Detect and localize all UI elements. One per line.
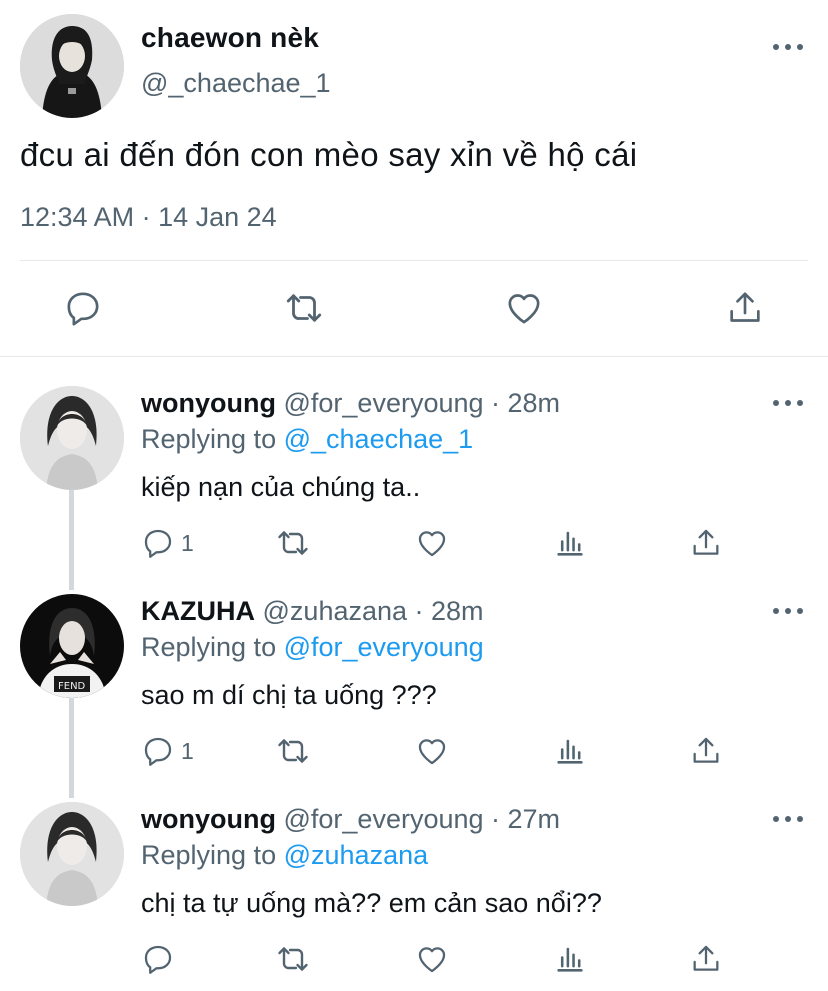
- retweet-icon[interactable]: [275, 942, 311, 976]
- reply-button[interactable]: 1: [141, 734, 194, 768]
- like-icon[interactable]: [415, 942, 449, 976]
- reply-icon: [144, 945, 172, 974]
- reply-icon[interactable]: [60, 285, 106, 331]
- reply-tweet[interactable]: wonyoung @for_everyoung · 27m Replying t…: [0, 802, 828, 991]
- reply-actions: 1: [141, 526, 741, 560]
- like-icon[interactable]: [415, 526, 449, 560]
- divider: [20, 260, 808, 261]
- reply-actions: [141, 942, 741, 976]
- reply-actions: 1: [141, 734, 741, 768]
- share-icon[interactable]: [689, 942, 723, 976]
- avatar[interactable]: [20, 14, 124, 118]
- tweet-actions: [60, 285, 768, 331]
- replying-to-mention[interactable]: @for_everyoung: [284, 632, 484, 662]
- like-icon[interactable]: [415, 734, 449, 768]
- tweet-text: đcu ai đến đón con mèo say xỉn về hộ cái: [20, 136, 638, 173]
- reply-meta[interactable]: @for_everyoung · 27m: [284, 804, 561, 834]
- replying-to-label: Replying to: [141, 840, 277, 870]
- reply-icon: [144, 737, 172, 766]
- reply-author-name[interactable]: KAZUHA: [141, 596, 255, 626]
- more-options-icon[interactable]: [773, 398, 803, 408]
- reply-tweet[interactable]: wonyoung @for_everyoung · 28m Replying t…: [0, 386, 828, 594]
- reply-icon: [144, 529, 172, 558]
- author-name[interactable]: chaewon nèk: [141, 22, 319, 54]
- analytics-icon[interactable]: [553, 734, 587, 768]
- retweet-icon[interactable]: [275, 734, 311, 768]
- share-icon[interactable]: [722, 285, 768, 331]
- reply-count: 1: [181, 737, 194, 764]
- tweet-timestamp[interactable]: 12:34 AM · 14 Jan 24: [20, 202, 277, 233]
- share-icon[interactable]: [689, 526, 723, 560]
- avatar[interactable]: FEND: [20, 594, 124, 698]
- tweet-thread: chaewon nèk @_chaechae_1 đcu ai đến đón …: [0, 0, 828, 991]
- reply-author-name[interactable]: wonyoung: [141, 388, 276, 418]
- avatar[interactable]: [20, 386, 124, 490]
- analytics-icon[interactable]: [553, 526, 587, 560]
- reply-button[interactable]: [141, 942, 181, 976]
- svg-text:FEND: FEND: [58, 681, 86, 692]
- more-options-icon[interactable]: [773, 606, 803, 616]
- reply-meta[interactable]: @for_everyoung · 28m: [284, 388, 561, 418]
- analytics-icon[interactable]: [553, 942, 587, 976]
- replying-to-mention[interactable]: @zuhazana: [284, 840, 429, 870]
- more-options-icon[interactable]: [773, 814, 803, 824]
- replying-to-mention[interactable]: @_chaechae_1: [284, 424, 474, 454]
- reply-meta[interactable]: @zuhazana · 28m: [263, 596, 484, 626]
- reply-button[interactable]: 1: [141, 526, 194, 560]
- retweet-icon[interactable]: [275, 526, 311, 560]
- reply-text: kiếp nạn của chúng ta..: [141, 472, 421, 502]
- like-icon[interactable]: [501, 285, 547, 331]
- more-options-icon[interactable]: [773, 42, 803, 52]
- reply-text: chị ta tự uống mà?? em cản sao nổi??: [141, 888, 602, 918]
- reply-tweet[interactable]: FEND KAZUHA @zuhazana · 28m Replying to …: [0, 594, 828, 802]
- author-handle[interactable]: @_chaechae_1: [141, 68, 331, 99]
- reply-author-name[interactable]: wonyoung: [141, 804, 276, 834]
- replying-to-label: Replying to: [141, 632, 277, 662]
- retweet-icon[interactable]: [281, 285, 327, 331]
- reply-text: sao m dí chị ta uống ???: [141, 680, 437, 710]
- replying-to-label: Replying to: [141, 424, 277, 454]
- reply-count: 1: [181, 529, 194, 556]
- divider: [0, 356, 828, 357]
- share-icon[interactable]: [689, 734, 723, 768]
- avatar[interactable]: [20, 802, 124, 906]
